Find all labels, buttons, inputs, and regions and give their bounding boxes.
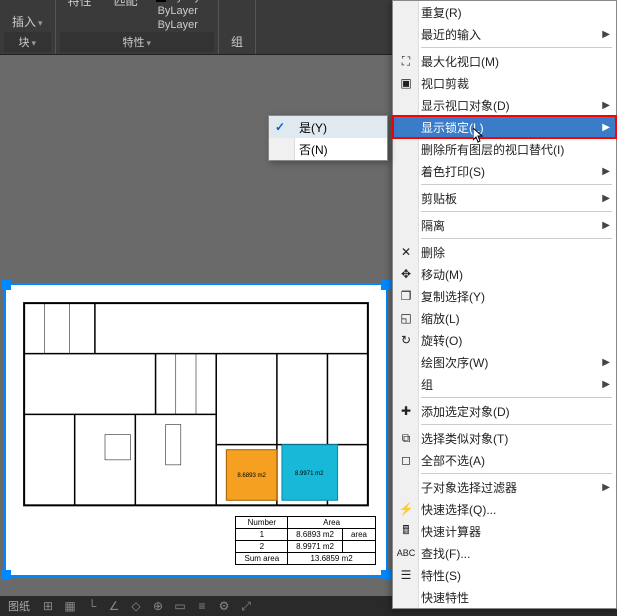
chevron-right-icon: ▶ bbox=[602, 379, 610, 390]
chevron-right-icon: ▶ bbox=[602, 357, 610, 368]
menu-shade-plot[interactable]: 着色打印(S)▶ bbox=[393, 160, 616, 182]
layer-lineweight-row[interactable]: ByLayer bbox=[152, 18, 214, 32]
ribbon-panel-props: 特性 匹配 ByLayer ByLayer ByLayer 特性▾ bbox=[56, 0, 219, 54]
sb-polar-icon[interactable]: ∠ bbox=[106, 598, 122, 614]
menu-quick-select[interactable]: ⚡快速选择(Q)... bbox=[393, 498, 616, 520]
clip-icon: ▣ bbox=[397, 74, 415, 92]
menu-find[interactable]: ABC查找(F)... bbox=[393, 542, 616, 564]
properties-icon: ☰ bbox=[397, 566, 415, 584]
menu-scale[interactable]: ◱缩放(L) bbox=[393, 307, 616, 329]
copy-icon: ❐ bbox=[397, 287, 415, 305]
sb-annotation-icon[interactable]: ⚙ bbox=[216, 598, 232, 614]
menu-move[interactable]: ✥移动(M) bbox=[393, 263, 616, 285]
context-menu: 重复(R) 最近的输入▶ ⛶最大化视口(M) ▣视口剪裁 显示视口对象(D)▶ … bbox=[392, 0, 617, 609]
layout-viewport[interactable]: 8.6893 m2 8.9971 m2 NumberArea 18.6893 m… bbox=[6, 285, 386, 575]
move-icon: ✥ bbox=[397, 265, 415, 283]
layout-tab-sheet[interactable]: 图纸 bbox=[4, 598, 34, 614]
menu-group[interactable]: 组▶ bbox=[393, 373, 616, 395]
viewport-grip[interactable] bbox=[381, 280, 391, 290]
sb-osnap-icon[interactable]: ◇ bbox=[128, 598, 144, 614]
menu-quick-calc[interactable]: 🖩快速计算器 bbox=[393, 520, 616, 542]
sb-grid-icon[interactable]: ⊞ bbox=[40, 598, 56, 614]
quickselect-icon: ⚡ bbox=[397, 500, 415, 518]
menu-recent-input[interactable]: 最近的输入▶ bbox=[393, 23, 616, 45]
display-lock-submenu: ✓是(Y) 否(N) bbox=[268, 115, 388, 161]
chevron-right-icon: ▶ bbox=[602, 29, 610, 40]
menu-quick-properties[interactable]: 快速特性 bbox=[393, 586, 616, 608]
menu-properties[interactable]: ☰特性(S) bbox=[393, 564, 616, 586]
rotate-icon: ↻ bbox=[397, 331, 415, 349]
insert-button[interactable]: 插入▾ bbox=[4, 11, 51, 32]
find-icon: ABC bbox=[397, 544, 415, 562]
submenu-no[interactable]: 否(N) bbox=[269, 138, 387, 160]
menu-add-selected[interactable]: ✚添加选定对象(D) bbox=[393, 400, 616, 422]
chevron-right-icon: ▶ bbox=[602, 122, 610, 133]
menu-clipboard[interactable]: 剪贴板▶ bbox=[393, 187, 616, 209]
menu-viewport-clip[interactable]: ▣视口剪裁 bbox=[393, 72, 616, 94]
menu-display-viewport-objects[interactable]: 显示视口对象(D)▶ bbox=[393, 94, 616, 116]
menu-repeat[interactable]: 重复(R) bbox=[393, 1, 616, 23]
viewport-grip[interactable] bbox=[1, 280, 11, 290]
menu-draw-order[interactable]: 绘图次序(W)▶ bbox=[393, 351, 616, 373]
select-similar-icon: ⧉ bbox=[397, 429, 415, 447]
menu-delete-vp-overrides[interactable]: 删除所有图层的视口替代(I) bbox=[393, 138, 616, 160]
menu-select-similar[interactable]: ⧉选择类似对象(T) bbox=[393, 427, 616, 449]
sb-lwt-icon[interactable]: ≡ bbox=[194, 598, 210, 614]
ribbon-group-block: 块▾ bbox=[4, 32, 51, 52]
viewport-grip[interactable] bbox=[381, 570, 391, 580]
layer-linetype-row[interactable]: ByLayer bbox=[152, 4, 214, 18]
menu-isolate[interactable]: 隔离▶ bbox=[393, 214, 616, 236]
check-icon: ✓ bbox=[275, 120, 285, 134]
room-label: 8.9971 m2 bbox=[295, 471, 324, 477]
maximize-icon: ⛶ bbox=[397, 52, 415, 70]
ribbon-panel-block: 插入▾ 块▾ bbox=[0, 0, 56, 54]
menu-copy-selection[interactable]: ❐复制选择(Y) bbox=[393, 285, 616, 307]
properties-button[interactable]: 特性 bbox=[60, 0, 100, 32]
sb-dyn-icon[interactable]: ▭ bbox=[172, 598, 188, 614]
deselect-icon: ◻ bbox=[397, 451, 415, 469]
area-table: NumberArea 18.6893 m2area 28.9971 m2 Sum… bbox=[235, 516, 376, 565]
menu-delete[interactable]: ✕删除 bbox=[393, 241, 616, 263]
viewport-grip[interactable] bbox=[1, 570, 11, 580]
add-icon: ✚ bbox=[397, 402, 415, 420]
sb-scale-icon[interactable]: ⤢ bbox=[238, 598, 254, 614]
room-label: 8.6893 m2 bbox=[237, 473, 266, 479]
menu-maximize-viewport[interactable]: ⛶最大化视口(M) bbox=[393, 50, 616, 72]
menu-deselect-all[interactable]: ◻全部不选(A) bbox=[393, 449, 616, 471]
scale-icon: ◱ bbox=[397, 309, 415, 327]
group-button[interactable]: 组 bbox=[223, 31, 251, 52]
chevron-right-icon: ▶ bbox=[602, 100, 610, 111]
sb-snap-icon[interactable]: ▦ bbox=[62, 598, 78, 614]
delete-icon: ✕ bbox=[397, 243, 415, 261]
sb-ortho-icon[interactable]: └ bbox=[84, 598, 100, 614]
calculator-icon: 🖩 bbox=[397, 522, 415, 540]
ribbon-group-props: 特性▾ bbox=[60, 32, 214, 52]
chevron-right-icon: ▶ bbox=[602, 166, 610, 177]
chevron-right-icon: ▶ bbox=[602, 220, 610, 231]
chevron-right-icon: ▶ bbox=[602, 193, 610, 204]
match-button[interactable]: 匹配 bbox=[106, 0, 146, 32]
menu-display-lock[interactable]: 显示锁定(L)▶ bbox=[393, 116, 616, 138]
menu-rotate[interactable]: ↻旋转(O) bbox=[393, 329, 616, 351]
chevron-right-icon: ▶ bbox=[602, 482, 610, 493]
ribbon-panel-group: 组 bbox=[219, 0, 256, 54]
menu-subobject-filter[interactable]: 子对象选择过滤器▶ bbox=[393, 476, 616, 498]
submenu-yes[interactable]: ✓是(Y) bbox=[269, 116, 387, 138]
sb-otrack-icon[interactable]: ⊕ bbox=[150, 598, 166, 614]
